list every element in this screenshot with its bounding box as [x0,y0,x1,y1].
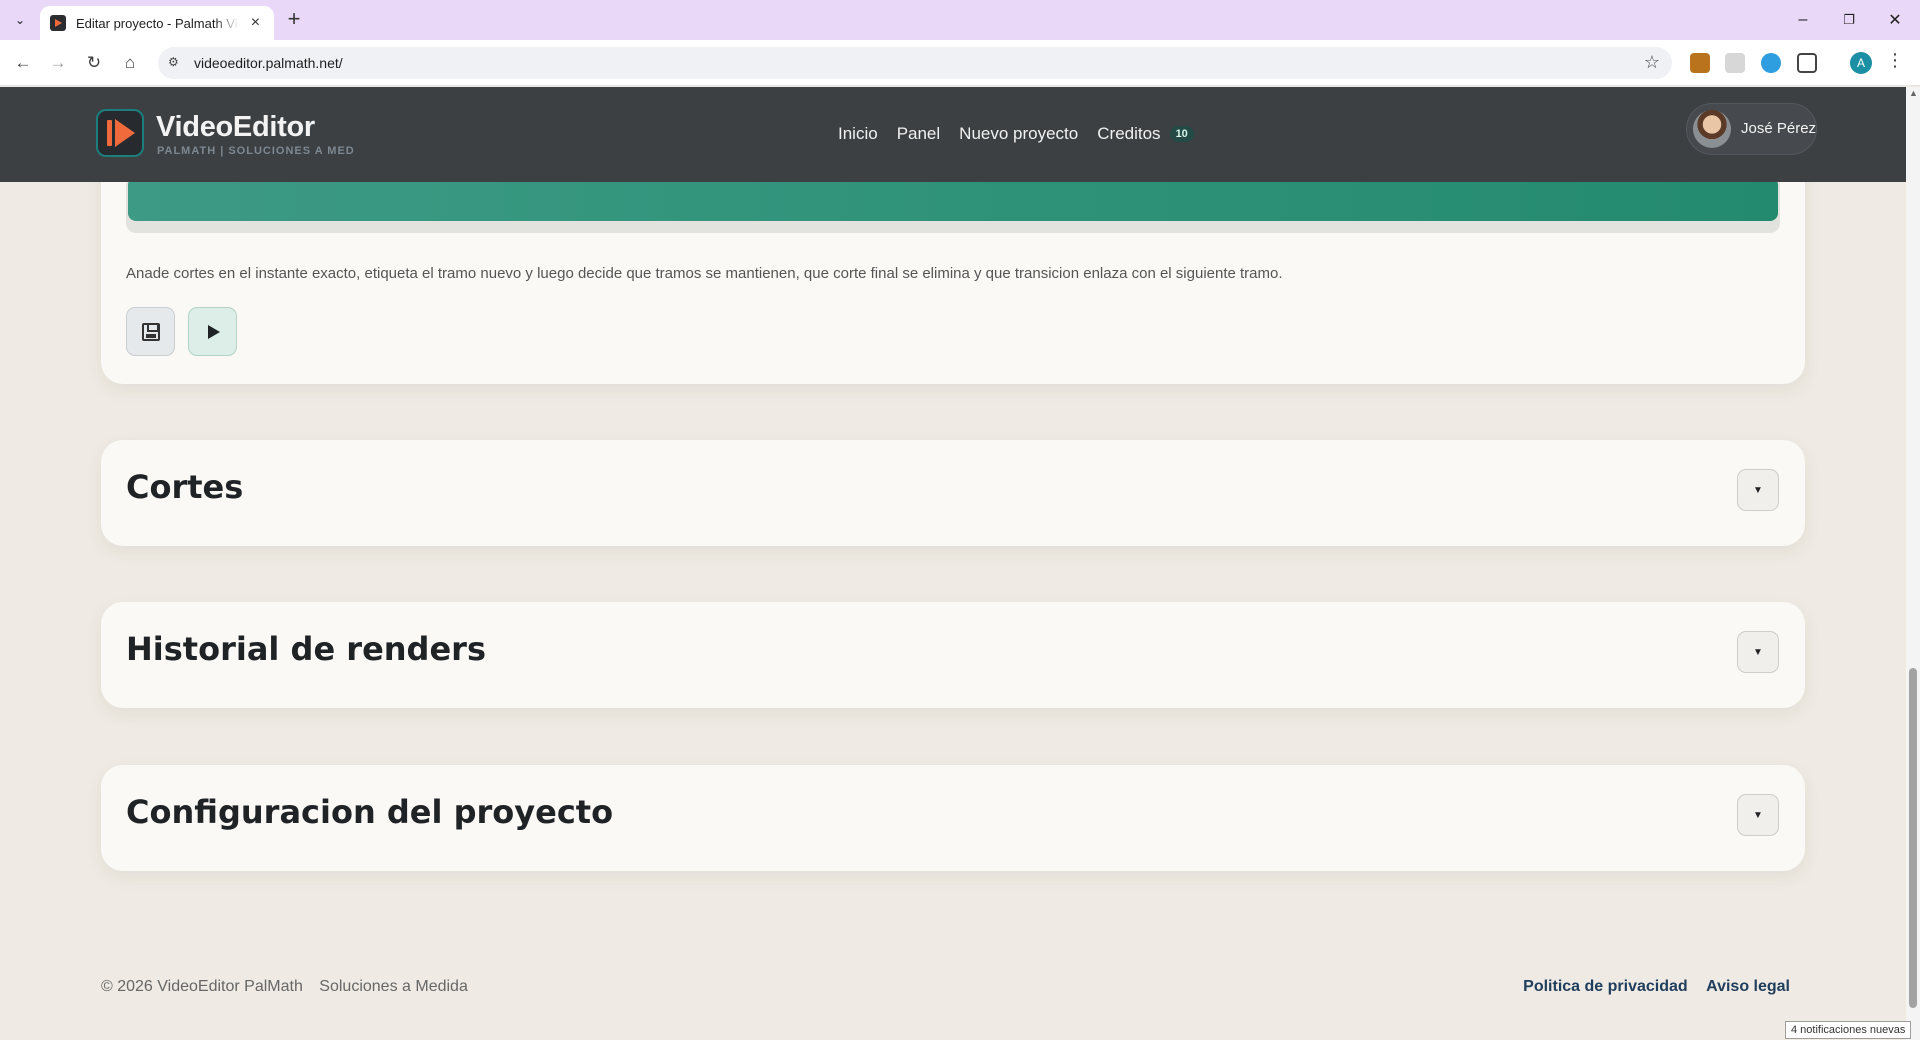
section-title: Cortes [126,468,244,506]
bookmark-star-icon[interactable]: ☆ [1644,52,1660,73]
footer-links: Politica de privacidad Aviso legal [1509,978,1790,996]
play-button[interactable] [188,307,237,356]
timeline-note: Anade cortes en el instante exacto, etiq… [126,265,1283,282]
avatar [1693,110,1731,148]
footer-copyright: © 2026 VideoEditor PalMath [101,978,303,995]
timeline-bar[interactable] [128,177,1778,221]
new-tab-icon[interactable]: + [282,8,306,32]
browser-toolbar: ← → ↻ ⌂ ⚙ videoeditor.palmath.net/ ☆ [0,40,1920,86]
browser-tab[interactable]: Editar proyecto - Palmath VideoEditor × [40,6,274,40]
play-icon [208,324,220,339]
scroll-up-icon[interactable]: ▲ [1909,88,1918,98]
close-icon[interactable]: × [247,14,264,32]
back-icon[interactable]: ← [9,49,37,77]
extensions-puzzle-icon[interactable] [1797,53,1817,73]
page-viewport: Anade cortes en el instante exacto, etiq… [0,87,1906,1040]
restore-icon[interactable]: ❐ [1826,0,1872,40]
logo-icon[interactable] [96,109,144,157]
nav-panel[interactable]: Panel [897,124,940,144]
profile-avatar[interactable]: A [1850,52,1872,74]
user-name: José Pérez [1741,120,1817,137]
menu-icon[interactable]: ⋮ [1886,50,1904,71]
user-menu[interactable]: José Pérez [1686,103,1817,155]
site-info-icon[interactable]: ⚙ [168,55,184,71]
site-header: VideoEditor PALMATH | SOLUCIONES A MED I… [0,87,1906,182]
expand-button[interactable]: ▼ [1737,469,1779,511]
section-configuracion: Configuracion del proyecto ▼ [101,765,1805,871]
save-icon [141,322,160,341]
minimize-icon[interactable]: – [1780,0,1826,40]
nav-inicio[interactable]: Inicio [838,124,878,144]
section-cortes: Cortes ▼ [101,440,1805,546]
scrollbar-thumb[interactable] [1909,668,1917,1008]
save-button[interactable] [126,307,175,356]
nav-nuevo-proyecto[interactable]: Nuevo proyecto [959,124,1078,144]
logo-tagline: PALMATH | SOLUCIONES A MED [157,145,355,157]
credits-badge: 10 [1169,126,1194,142]
footer-tagline: Soluciones a Medida [319,978,468,995]
download-icon[interactable] [1761,53,1781,73]
notification-toast[interactable]: 4 notificaciones nuevas [1785,1021,1912,1039]
chevron-down-icon: ▼ [1753,484,1763,496]
favicon-icon [50,15,66,31]
chevron-down-icon: ▼ [1753,809,1763,821]
section-historial: Historial de renders ▼ [101,602,1805,708]
section-title: Configuracion del proyecto [126,793,614,831]
footer-left: © 2026 VideoEditor PalMath Soluciones a … [101,978,480,996]
extension-icon[interactable] [1725,53,1745,73]
extension-icon[interactable] [1690,53,1710,73]
address-bar[interactable]: ⚙ videoeditor.palmath.net/ ☆ [158,47,1672,79]
reload-icon[interactable]: ↻ [80,49,108,77]
url-text[interactable]: videoeditor.palmath.net/ [194,55,343,71]
tab-title: Editar proyecto - Palmath VideoEditor [76,15,239,31]
logo-name[interactable]: VideoEditor [156,111,315,144]
forward-icon[interactable]: → [44,49,72,77]
window-close-icon[interactable]: ✕ [1872,0,1918,40]
home-icon[interactable]: ⌂ [116,49,144,77]
nav-creditos[interactable]: Creditos [1097,124,1160,144]
privacy-link[interactable]: Politica de privacidad [1523,978,1688,995]
tab-search-icon[interactable]: ⌄ [8,9,32,31]
section-title: Historial de renders [126,630,486,668]
expand-button[interactable]: ▼ [1737,631,1779,673]
browser-tab-bar: ⌄ Editar proyecto - Palmath VideoEditor … [0,0,1920,40]
main-nav: Inicio Panel Nuevo proyecto Creditos 10 [838,124,1194,144]
legal-link[interactable]: Aviso legal [1706,978,1790,995]
chevron-down-icon: ▼ [1753,646,1763,658]
expand-button[interactable]: ▼ [1737,794,1779,836]
